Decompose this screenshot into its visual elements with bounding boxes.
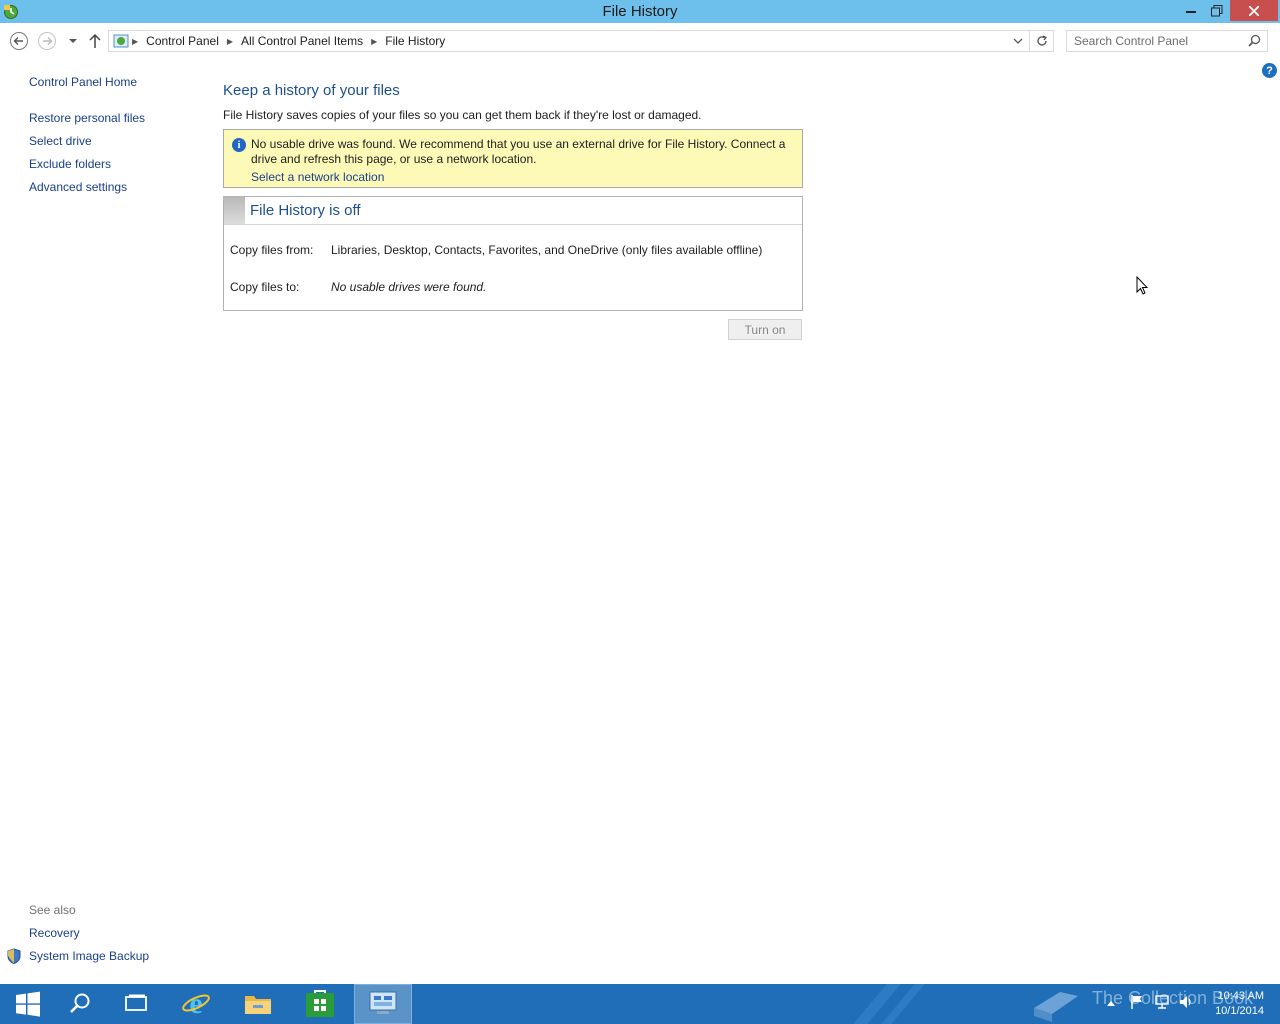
search-icon — [69, 992, 91, 1017]
back-button[interactable] — [9, 31, 29, 51]
task-view-icon — [124, 994, 148, 1015]
mouse-cursor-icon — [1136, 275, 1149, 298]
sidebar-item-select-drive[interactable]: Select drive — [29, 134, 92, 148]
breadcrumb-separator-icon[interactable]: ▶ — [224, 37, 236, 46]
see-also-system-image-backup-link[interactable]: System Image Backup — [29, 949, 149, 963]
info-icon: i — [232, 138, 246, 152]
clock-date: 10/1/2014 — [1215, 1005, 1264, 1017]
control-panel-taskbar-button[interactable] — [354, 984, 412, 1024]
clock-time: 10:43 AM — [1217, 990, 1264, 1002]
see-also-recovery-link[interactable]: Recovery — [29, 926, 80, 940]
copy-from-value: Libraries, Desktop, Contacts, Favorites,… — [331, 243, 763, 257]
svg-text:e: e — [189, 988, 202, 1018]
store-button[interactable] — [292, 984, 348, 1024]
search-input[interactable] — [1067, 31, 1237, 51]
file-explorer-button[interactable] — [230, 984, 286, 1024]
action-center-flag-icon[interactable] — [1130, 994, 1144, 1013]
see-also-heading: See also — [29, 903, 76, 917]
task-view-button[interactable] — [108, 984, 164, 1024]
control-panel-icon — [113, 34, 129, 48]
page-description: File History saves copies of your files … — [223, 108, 702, 122]
status-header: File History is off — [224, 197, 802, 225]
folder-icon — [244, 991, 272, 1018]
up-button[interactable] — [85, 31, 105, 51]
address-dropdown-chevron-icon[interactable] — [1009, 31, 1027, 51]
copy-to-value: No usable drives were found. — [331, 280, 487, 294]
search-icon[interactable] — [1248, 34, 1261, 50]
watermark-book-icon — [1030, 984, 1082, 1024]
address-bar[interactable]: ▶ Control Panel ▶ All Control Panel Item… — [108, 30, 1054, 52]
search-taskbar-button[interactable] — [52, 984, 108, 1024]
no-drive-warning: i No usable drive was found. We recommen… — [223, 129, 803, 188]
system-clock[interactable]: 10:43 AM 10/1/2014 — [1198, 989, 1264, 1019]
file-history-status-panel: File History is off Copy files from: Lib… — [223, 196, 803, 311]
breadcrumb-separator-icon[interactable]: ▶ — [129, 37, 141, 46]
taskbar: e The Collection Book 10:43 AM 10/1/2014 — [0, 984, 1280, 1024]
navigation-bar: ▶ Control Panel ▶ All Control Panel Item… — [0, 27, 1280, 55]
restore-button[interactable] — [1204, 0, 1230, 21]
refresh-button[interactable] — [1029, 31, 1053, 51]
warning-message: No usable drive was found. We recommend … — [251, 137, 786, 166]
help-icon[interactable]: ? — [1262, 63, 1277, 78]
breadcrumb-file-history[interactable]: File History — [380, 34, 450, 48]
breadcrumb-control-panel[interactable]: Control Panel — [141, 34, 224, 48]
status-title: File History is off — [250, 202, 361, 219]
sidebar-item-restore-personal-files[interactable]: Restore personal files — [29, 111, 145, 125]
start-button[interactable] — [0, 984, 56, 1024]
close-button[interactable] — [1230, 0, 1278, 21]
page-title: Keep a history of your files — [223, 82, 400, 99]
minimize-button[interactable] — [1178, 0, 1204, 21]
control-panel-home-link[interactable]: Control Panel Home — [29, 75, 137, 89]
window-title: File History — [602, 3, 678, 20]
control-panel-icon — [368, 990, 398, 1019]
turn-on-button[interactable]: Turn on — [728, 319, 802, 340]
select-network-location-link[interactable]: Select a network location — [251, 170, 384, 184]
status-indicator — [224, 197, 245, 224]
forward-button[interactable] — [37, 31, 57, 51]
copy-from-label: Copy files from: — [230, 243, 314, 257]
copy-to-label: Copy files to: — [230, 280, 300, 294]
recent-locations-chevron-icon[interactable] — [63, 31, 83, 51]
title-bar: File History — [0, 0, 1280, 23]
internet-explorer-icon: e — [181, 987, 211, 1021]
sidebar-item-exclude-folders[interactable]: Exclude folders — [29, 157, 111, 171]
show-hidden-icons-chevron-icon[interactable] — [1106, 996, 1116, 1010]
breadcrumb-separator-icon[interactable]: ▶ — [368, 37, 380, 46]
breadcrumb: ▶ Control Panel ▶ All Control Panel Item… — [113, 34, 450, 48]
breadcrumb-all-control-panel-items[interactable]: All Control Panel Items — [236, 34, 368, 48]
volume-icon[interactable] — [1178, 994, 1194, 1013]
search-box — [1066, 30, 1268, 52]
shield-icon — [7, 948, 21, 967]
sidebar-item-advanced-settings[interactable]: Advanced settings — [29, 180, 127, 194]
store-icon — [306, 989, 334, 1020]
network-icon[interactable] — [1154, 994, 1170, 1013]
internet-explorer-button[interactable]: e — [168, 984, 224, 1024]
